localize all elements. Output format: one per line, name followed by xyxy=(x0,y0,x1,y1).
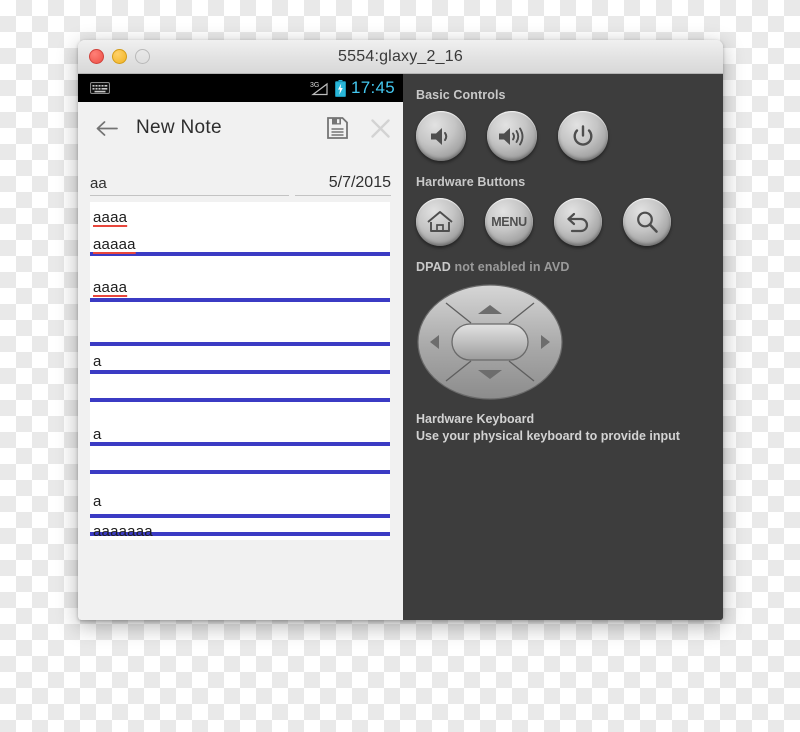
window-title: 5554:glaxy_2_16 xyxy=(338,47,463,65)
note-rule-line xyxy=(90,514,390,518)
hardware-keyboard-heading: Hardware Keyboard xyxy=(416,412,535,426)
page-title: New Note xyxy=(136,117,222,138)
note-rule-line xyxy=(90,298,390,302)
emulator-control-panel: Basic Controls Hardware Buttons MENU DPA… xyxy=(403,74,723,620)
search-button[interactable] xyxy=(623,198,671,246)
close-window-button[interactable] xyxy=(89,49,104,64)
power-button[interactable] xyxy=(558,111,608,161)
save-floppy-icon[interactable] xyxy=(327,117,348,139)
note-text-line: aaaa xyxy=(93,209,128,226)
note-text-line: a xyxy=(93,353,102,370)
note-rule-line xyxy=(90,398,390,402)
close-x-icon[interactable] xyxy=(370,118,391,139)
note-rule-line xyxy=(90,470,390,474)
note-body-editor[interactable]: aaaa aaaaa aaaa a a a aaaaaaa xyxy=(90,202,390,540)
signal-icon: 3G xyxy=(310,80,330,96)
home-button[interactable] xyxy=(416,198,464,246)
note-rule-line xyxy=(90,342,390,346)
menu-button-label: MENU xyxy=(491,215,527,229)
keyboard-icon xyxy=(90,82,110,94)
android-status-bar: 3G 17:45 xyxy=(78,74,403,102)
volume-up-button[interactable] xyxy=(487,111,537,161)
arrow-left-icon[interactable] xyxy=(92,120,122,137)
note-text-line: a xyxy=(93,493,102,510)
toolbar-actions xyxy=(327,102,391,154)
app-toolbar: New Note xyxy=(78,102,403,154)
window-titlebar: 5554:glaxy_2_16 xyxy=(78,40,723,74)
hardware-buttons-row: MENU xyxy=(416,198,707,246)
zoom-window-button[interactable] xyxy=(135,49,150,64)
minimize-window-button[interactable] xyxy=(112,49,127,64)
volume-down-icon xyxy=(429,126,454,147)
basic-controls-row xyxy=(416,111,707,161)
note-text-line: aaaa xyxy=(93,279,128,296)
note-text-line: aaaaaaa xyxy=(93,523,153,540)
note-header-row: aa 5/7/2015 xyxy=(78,154,403,199)
volume-down-button[interactable] xyxy=(416,111,466,161)
note-rule-line xyxy=(90,370,390,374)
note-rule-line xyxy=(90,442,390,446)
hardware-keyboard-section: Hardware Keyboard Use your physical keyb… xyxy=(416,411,707,445)
note-date-input[interactable]: 5/7/2015 xyxy=(295,174,391,196)
emulator-window: 5554:glaxy_2_16 3G 17:45 New Note aa 5/7… xyxy=(78,40,723,620)
status-bar-right-icons: 3G 17:45 xyxy=(310,74,395,102)
back-arrow-icon xyxy=(566,211,591,234)
android-device-screen: 3G 17:45 New Note aa 5/7/2015 aaaa aaaaa… xyxy=(78,74,403,620)
note-text-line: aaaaa xyxy=(93,236,136,253)
hardware-buttons-label: Hardware Buttons xyxy=(416,175,526,189)
status-bar-clock: 17:45 xyxy=(350,78,395,97)
window-body: 3G 17:45 New Note aa 5/7/2015 aaaa aaaaa… xyxy=(78,74,723,620)
search-icon xyxy=(635,210,659,234)
battery-charging-icon xyxy=(334,79,346,97)
dpad-label-row: DPAD not enabled in AVD xyxy=(416,260,707,274)
back-button[interactable] xyxy=(554,198,602,246)
power-icon xyxy=(572,124,594,148)
dpad-status: not enabled in AVD xyxy=(454,260,570,274)
home-icon xyxy=(426,210,454,234)
menu-button[interactable]: MENU xyxy=(485,198,533,246)
basic-controls-label: Basic Controls xyxy=(416,88,506,102)
svg-text:3G: 3G xyxy=(310,82,319,89)
dpad-label: DPAD xyxy=(416,260,451,274)
window-traffic-lights xyxy=(89,40,150,73)
note-text-line: a xyxy=(93,426,102,443)
dpad-control xyxy=(416,283,707,401)
note-title-input[interactable]: aa xyxy=(90,175,289,196)
hardware-keyboard-text: Use your physical keyboard to provide in… xyxy=(416,428,680,443)
volume-up-icon xyxy=(498,126,526,147)
